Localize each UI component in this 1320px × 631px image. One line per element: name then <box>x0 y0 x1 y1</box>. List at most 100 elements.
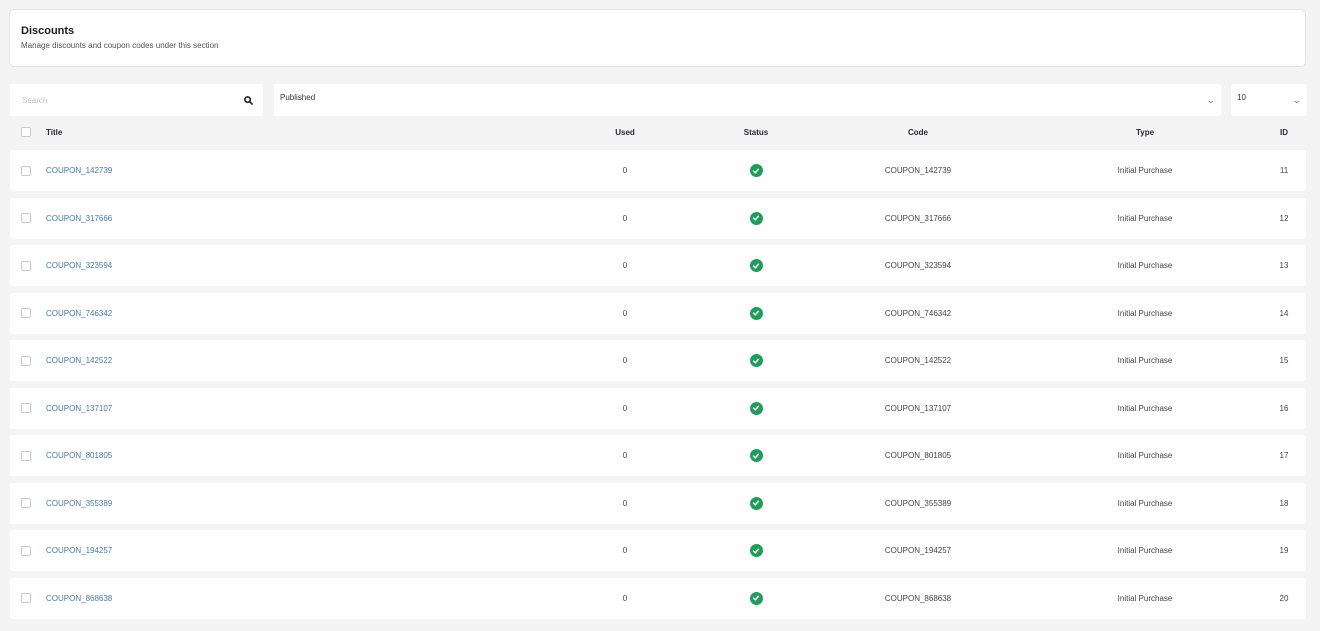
table-row[interactable]: COUPON_317666 0 COUPON_317666 Initial Purch… <box>10 197 1306 239</box>
coupon-type: Initial Purchase <box>1117 403 1173 413</box>
row-checkbox[interactable] <box>21 213 31 223</box>
check-circle-icon <box>749 401 763 415</box>
coupon-type: Initial Purchase <box>1117 451 1173 460</box>
table-row[interactable]: COUPON_142522 0 COUPON_142522 Initial Purch… <box>10 340 1306 381</box>
used-count: 0 <box>622 213 628 223</box>
search-icon[interactable] <box>243 95 253 105</box>
table-row[interactable]: COUPON_323594 0 COUPON_323594 Initial Purch… <box>10 245 1306 286</box>
table-row[interactable]: COUPON_746342 0 COUPON_746342 Initial Purch… <box>10 292 1306 334</box>
coupon-title-link[interactable]: COUPON_323594 <box>46 261 112 270</box>
select-all-checkbox[interactable] <box>21 127 31 137</box>
status-cell <box>736 354 776 367</box>
status-cell <box>736 591 776 605</box>
coupon-code: COUPON_194257 <box>884 546 952 555</box>
check-circle-icon <box>749 164 763 177</box>
chevron-down-icon: ⌄ <box>1291 94 1303 105</box>
row-checkbox[interactable] <box>21 165 31 176</box>
coupon-code: COUPON_142739 <box>884 166 952 175</box>
table-row[interactable]: COUPON_142739 0 COUPON_142739 Initial Purch… <box>10 150 1306 191</box>
row-checkbox[interactable] <box>21 498 31 508</box>
status-cell <box>736 211 776 225</box>
coupon-code: COUPON_323594 <box>884 261 952 270</box>
coupon-title-link[interactable]: COUPON_801805 <box>46 451 112 460</box>
check-circle-icon <box>749 544 763 557</box>
used-count: 0 <box>622 308 628 318</box>
table-row[interactable]: COUPON_194257 0 COUPON_194257 Initial Purch… <box>10 530 1306 571</box>
coupon-id: 11 <box>1279 166 1289 175</box>
row-checkbox[interactable] <box>21 355 31 366</box>
row-checkbox[interactable] <box>21 593 31 603</box>
column-used[interactable]: Used <box>610 128 640 137</box>
column-title[interactable]: Title <box>46 128 62 137</box>
check-circle-icon <box>749 354 763 367</box>
coupon-code: COUPON_801805 <box>884 451 952 460</box>
coupon-code: COUPON_746342 <box>884 308 952 318</box>
search-box <box>10 84 263 116</box>
coupon-code: COUPON_355389 <box>884 498 952 508</box>
check-circle-icon <box>749 259 763 272</box>
check-circle-icon <box>749 449 763 462</box>
coupon-id: 12 <box>1279 213 1289 223</box>
row-checkbox[interactable] <box>21 545 31 556</box>
coupon-code: COUPON_142522 <box>884 356 952 365</box>
coupon-id: 17 <box>1279 451 1289 460</box>
column-status[interactable]: Status <box>736 128 776 137</box>
coupon-id: 19 <box>1279 546 1289 555</box>
check-circle-icon <box>749 211 763 225</box>
used-count: 0 <box>622 593 628 603</box>
status-filter-value: Published <box>280 92 316 102</box>
coupon-title-link[interactable]: COUPON_355389 <box>46 499 112 508</box>
status-cell <box>736 449 776 462</box>
used-count: 0 <box>622 403 628 413</box>
table-row[interactable]: COUPON_137107 0 COUPON_137107 Initial Purch… <box>10 387 1306 429</box>
coupon-id: 14 <box>1279 308 1289 318</box>
table-row[interactable]: COUPON_801805 0 COUPON_801805 Initial Purch… <box>10 435 1306 476</box>
table-row[interactable]: COUPON_355389 0 COUPON_355389 Initial Purch… <box>10 482 1306 524</box>
row-checkbox[interactable] <box>21 403 31 413</box>
coupon-title-link[interactable]: COUPON_137107 <box>46 404 112 413</box>
column-code[interactable]: Code <box>868 128 968 137</box>
coupon-id: 18 <box>1279 498 1289 508</box>
coupon-id: 15 <box>1279 356 1289 365</box>
coupon-type: Initial Purchase <box>1117 356 1173 365</box>
status-cell <box>736 306 776 320</box>
table-row[interactable]: COUPON_868638 0 COUPON_868638 Initial Purch… <box>10 577 1306 619</box>
used-count: 0 <box>622 498 628 508</box>
row-checkbox[interactable] <box>21 450 31 461</box>
status-cell <box>736 496 776 510</box>
search-input[interactable] <box>20 94 243 106</box>
coupon-type: Initial Purchase <box>1117 498 1173 508</box>
coupon-title-link[interactable]: COUPON_142739 <box>46 166 112 175</box>
column-id[interactable]: ID <box>1274 128 1294 137</box>
used-count: 0 <box>622 451 628 460</box>
coupon-code: COUPON_317666 <box>884 213 952 223</box>
coupon-title-link[interactable]: COUPON_746342 <box>46 309 112 318</box>
page-title: Discounts <box>21 25 75 37</box>
coupon-code: COUPON_868638 <box>884 593 952 603</box>
per-page-select[interactable]: 10 ⌄ <box>1231 84 1307 116</box>
row-checkbox[interactable] <box>21 308 31 318</box>
coupon-code: COUPON_137107 <box>884 403 952 413</box>
used-count: 0 <box>622 166 628 175</box>
coupon-title-link[interactable]: COUPON_317666 <box>46 214 112 223</box>
coupon-title-link[interactable]: COUPON_142522 <box>46 356 112 365</box>
coupon-type: Initial Purchase <box>1117 308 1173 318</box>
per-page-value: 10 <box>1237 92 1246 102</box>
check-circle-icon <box>749 306 763 320</box>
status-filter-select[interactable]: Published ⌄ <box>274 84 1221 116</box>
coupon-type: Initial Purchase <box>1117 593 1173 603</box>
coupon-type: Initial Purchase <box>1117 546 1173 555</box>
used-count: 0 <box>622 261 628 270</box>
coupon-type: Initial Purchase <box>1117 166 1173 175</box>
column-type[interactable]: Type <box>1095 128 1195 137</box>
status-cell <box>736 544 776 557</box>
coupon-title-link[interactable]: COUPON_194257 <box>46 546 112 555</box>
row-checkbox[interactable] <box>21 260 31 271</box>
check-circle-icon <box>749 496 763 510</box>
coupon-title-link[interactable]: COUPON_868638 <box>46 594 112 603</box>
page-subtitle: Manage discounts and coupon codes under … <box>21 41 219 50</box>
coupon-id: 16 <box>1279 403 1289 413</box>
check-circle-icon <box>749 591 763 605</box>
coupon-type: Initial Purchase <box>1117 261 1173 270</box>
coupon-id: 20 <box>1279 593 1289 603</box>
